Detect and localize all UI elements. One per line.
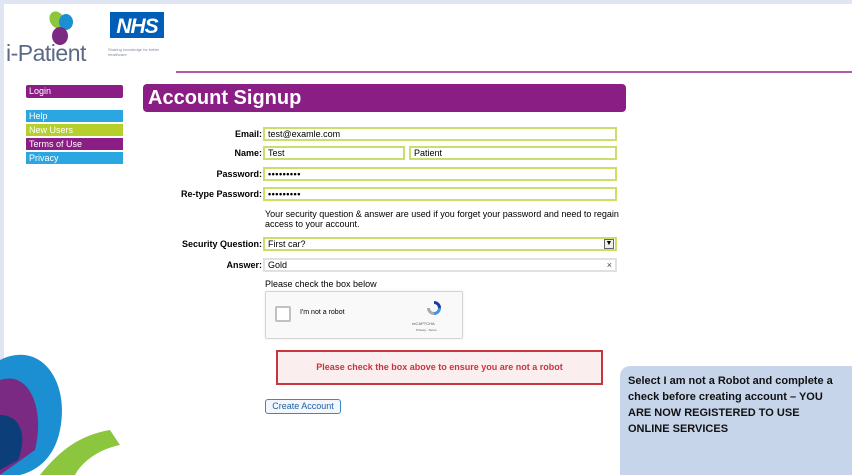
password-label: Password: [216, 169, 262, 179]
chevron-down-icon[interactable]: ▼ [604, 239, 614, 249]
sidebar-item-help[interactable]: Help [26, 110, 123, 122]
name-label: Name: [234, 148, 262, 158]
email-field[interactable]: test@examle.com [263, 127, 617, 141]
recaptcha-label: I'm not a robot [300, 309, 345, 316]
password-field[interactable]: ••••••••• [263, 167, 617, 181]
answer-label: Answer: [226, 260, 262, 270]
page-title: Account Signup [143, 84, 626, 112]
recaptcha-logo-icon [427, 301, 441, 315]
captcha-hint: Please check the box below [265, 279, 377, 289]
first-name-field[interactable]: Test [263, 146, 405, 160]
security-question-value: First car? [268, 239, 306, 249]
window-top-edge [0, 0, 852, 4]
recaptcha-brand: reCAPTCHA [412, 321, 435, 326]
instruction-callout: Select I am not a Robot and complete a c… [620, 366, 852, 475]
sidebar-item-privacy[interactable]: Privacy [26, 152, 123, 164]
clear-icon[interactable]: × [607, 260, 612, 270]
robot-error-message: Please check the box above to ensure you… [276, 350, 603, 385]
header-divider [176, 71, 852, 73]
security-question-select[interactable]: First car? ▼ [263, 237, 617, 251]
retype-password-label: Re-type Password: [180, 189, 262, 199]
email-label: Email: [234, 129, 262, 139]
security-question-label: Security Question: [181, 239, 262, 249]
sidebar-item-terms[interactable]: Terms of Use [26, 138, 123, 150]
sidebar-item-new-users[interactable]: New Users [26, 124, 123, 136]
recaptcha-links[interactable]: Privacy - Terms [416, 328, 437, 332]
security-question-note: Your security question & answer are used… [265, 209, 619, 229]
create-account-button[interactable]: Create Account [265, 399, 341, 414]
recaptcha-checkbox[interactable] [275, 306, 291, 322]
ipatient-logo-text: i-Patient [6, 40, 86, 66]
decorative-swoosh [0, 354, 120, 475]
logo-tagline: Sharing knowledge for better healthcare [108, 47, 160, 57]
nhs-logo: NHS [110, 12, 164, 38]
recaptcha-widget: I'm not a robot reCAPTCHA Privacy - Term… [265, 291, 463, 339]
sidebar-item-login[interactable]: Login [26, 85, 123, 98]
answer-value: Gold [268, 260, 288, 270]
retype-password-field[interactable]: ••••••••• [263, 187, 617, 201]
answer-field[interactable]: Gold × [263, 258, 617, 272]
last-name-field[interactable]: Patient [409, 146, 617, 160]
